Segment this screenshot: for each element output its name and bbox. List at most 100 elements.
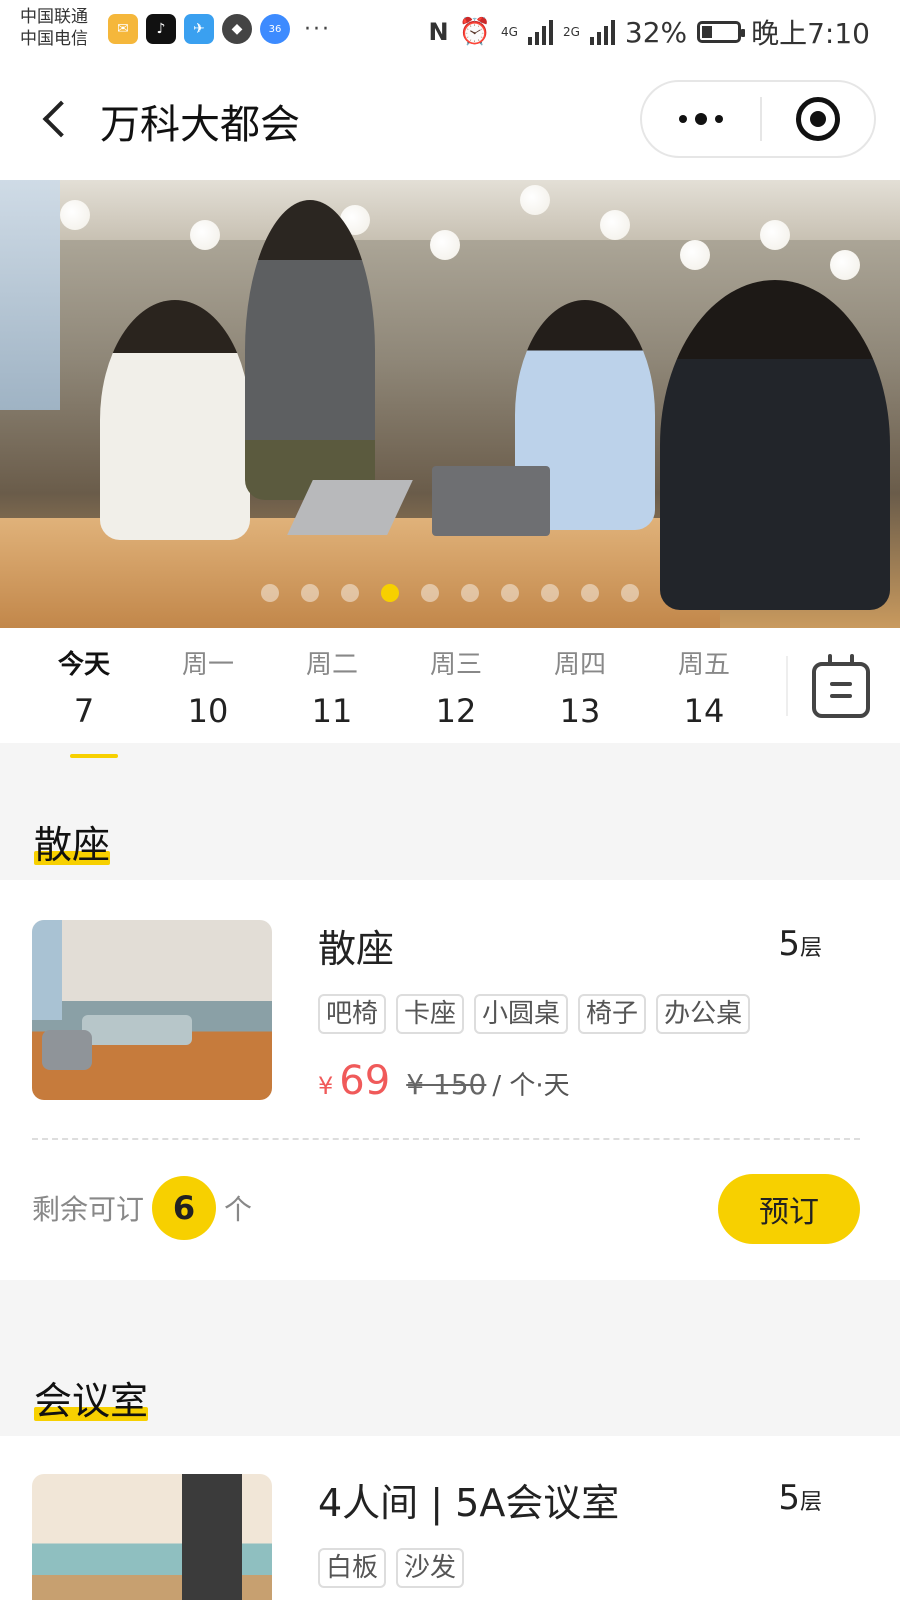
banner-carousel[interactable] (0, 180, 900, 628)
amenity-tag: 沙发 (396, 1548, 465, 1588)
meeting-room-card[interactable]: 4人间 | 5A会议室 5层 白板 沙发 (0, 1436, 900, 1600)
system-status: N ⏰ 4G 2G 32% 晚上7:10 (429, 12, 870, 52)
miniprogram-capsule (640, 80, 876, 158)
date-tab[interactable]: 周五 14 (654, 648, 754, 734)
carousel-indicators (0, 584, 900, 602)
date-number: 7 (73, 692, 95, 730)
laptop-decor (432, 466, 550, 536)
carousel-dot[interactable] (461, 584, 479, 602)
remaining-count: 剩余可订 6 个 (32, 1176, 252, 1240)
back-button[interactable] (30, 94, 80, 144)
close-button[interactable] (762, 97, 874, 141)
target-icon (796, 97, 840, 141)
amenity-tag: 办公桌 (656, 994, 751, 1034)
person-figure (245, 200, 375, 500)
current-price: 69 (339, 1058, 391, 1104)
carousel-dot[interactable] (381, 584, 399, 602)
dot-icon (695, 113, 707, 125)
bird-icon: ✈ (184, 14, 214, 44)
notification-icons: ✉ ♪ ✈ ◆ 36 ··· (108, 14, 331, 44)
date-number: 14 (683, 692, 725, 730)
carousel-dot[interactable] (501, 584, 519, 602)
date-tab[interactable]: 周四 13 (530, 648, 630, 734)
remain-count-badge: 6 (152, 1176, 217, 1240)
meeting-room-name: 4人间 | 5A会议室 (318, 1481, 620, 1525)
amenity-tag: 小圆桌 (474, 994, 569, 1034)
page-title: 万科大都会 (100, 102, 300, 148)
amenity-tag: 椅子 (578, 994, 647, 1034)
battery-icon (697, 21, 746, 43)
nav-bar: 万科大都会 (0, 62, 900, 180)
currency-symbol: ¥ (318, 1072, 334, 1100)
date-weekday: 周五 (677, 650, 730, 680)
mail-icon: ✉ (108, 14, 138, 44)
network-2g: 2G (562, 25, 580, 39)
floor-unit: 层 (799, 936, 822, 961)
carousel-dot[interactable] (581, 584, 599, 602)
meeting-room-floor: 5层 (778, 1478, 822, 1518)
card-divider (32, 1138, 860, 1140)
carrier-1: 中国联通 (20, 7, 88, 27)
carousel-dot[interactable] (341, 584, 359, 602)
amenity-tag: 吧椅 (318, 994, 387, 1034)
date-weekday: 周二 (305, 650, 358, 680)
kr-icon: 36 (260, 14, 290, 44)
tiktok-icon: ♪ (146, 14, 176, 44)
person-figure (100, 300, 250, 540)
carousel-dot[interactable] (621, 584, 639, 602)
nfc-icon: N (428, 18, 449, 46)
date-tab[interactable]: 今天 7 (34, 648, 134, 758)
open-seat-name: 散座 (318, 927, 395, 971)
carrier-2: 中国电信 (20, 29, 88, 49)
amenity-tag: 白板 (318, 1548, 387, 1588)
alarm-icon: ⏰ (458, 17, 491, 47)
section-title-meeting-room: 会议室 (34, 1379, 149, 1423)
floor-number: 5 (778, 924, 800, 964)
date-tab[interactable]: 周三 12 (406, 648, 506, 734)
open-seat-card[interactable]: 散座 5层 吧椅 卡座 小圆桌 椅子 办公桌 ¥ 69 ¥ 150 / 个·天 剩余可订… (0, 880, 900, 1280)
date-number: 10 (187, 692, 229, 730)
dot-icon (715, 115, 723, 123)
lamp-decor (190, 220, 220, 250)
original-price: ¥ 150 (406, 1068, 487, 1101)
shield-icon: ◆ (222, 14, 252, 44)
date-weekday: 今天 (57, 650, 110, 680)
date-number: 12 (435, 692, 477, 730)
carousel-dot[interactable] (421, 584, 439, 602)
date-tab[interactable]: 周二 11 (282, 648, 382, 734)
book-button[interactable]: 预订 (718, 1174, 860, 1244)
date-weekday: 周三 (429, 650, 482, 680)
floor-unit: 层 (799, 1490, 822, 1515)
remain-unit: 个 (224, 1193, 253, 1226)
person-figure (660, 280, 890, 610)
date-tab[interactable]: 周一 10 (158, 648, 258, 734)
date-selector: 今天 7 周一 10 周二 11 周三 12 周四 13 周五 14 (0, 628, 900, 758)
lamp-decor (60, 200, 90, 230)
date-divider (786, 656, 788, 716)
remain-label: 剩余可订 (32, 1193, 145, 1226)
open-seat-tags: 吧椅 卡座 小圆桌 椅子 办公桌 (318, 994, 751, 1034)
more-notifications: ··· (304, 16, 331, 42)
lamp-decor (680, 240, 710, 270)
open-seat-price: ¥ 69 ¥ 150 / 个·天 (318, 1058, 570, 1104)
open-seat-floor: 5层 (778, 924, 822, 964)
section-title-open-seat: 散座 (34, 823, 111, 867)
network-4g: 4G (501, 25, 518, 39)
carousel-dot[interactable] (301, 584, 319, 602)
carousel-dot[interactable] (261, 584, 279, 602)
meeting-room-thumbnail (32, 1474, 272, 1600)
carousel-dot[interactable] (541, 584, 559, 602)
date-number: 13 (559, 692, 601, 730)
chevron-left-icon (42, 100, 80, 138)
signal-icon (527, 19, 553, 45)
amenity-tag: 卡座 (396, 994, 465, 1034)
more-button[interactable] (642, 113, 760, 125)
open-seat-thumbnail (32, 920, 272, 1100)
status-bar: 中国联通 中国电信 ✉ ♪ ✈ ◆ 36 ··· N ⏰ 4G 2G 32% 晚… (0, 0, 900, 62)
carrier-info: 中国联通 中国电信 (20, 6, 88, 50)
lamp-decor (430, 230, 460, 260)
meeting-room-tags: 白板 沙发 (318, 1548, 465, 1588)
battery-percent: 32% (624, 15, 688, 49)
dot-icon (679, 115, 687, 123)
calendar-icon[interactable] (812, 654, 870, 718)
